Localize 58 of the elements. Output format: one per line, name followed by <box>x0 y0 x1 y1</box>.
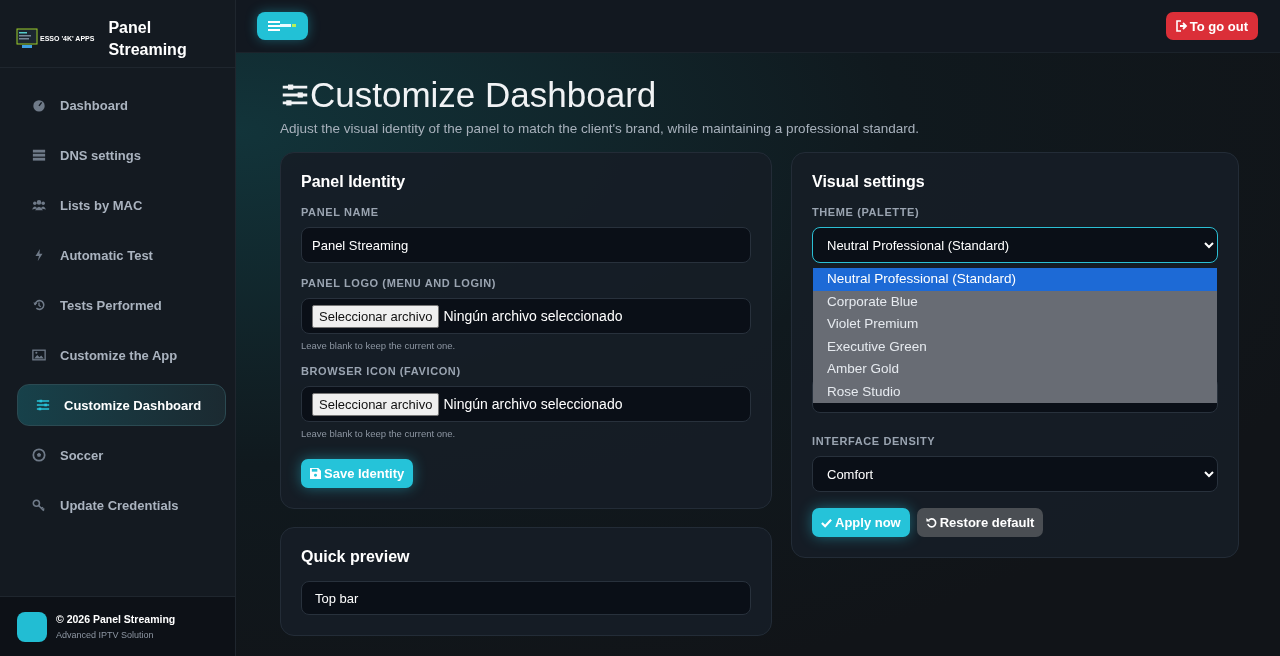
field-label: INTERFACE DENSITY <box>812 435 937 447</box>
dropdown-option[interactable]: Executive Green <box>813 335 1217 358</box>
app-logo-icon <box>17 611 47 642</box>
sidebar-item[interactable]: DNS settings <box>17 134 226 176</box>
restore-button[interactable]: Restore default <box>916 508 1044 537</box>
hint-text: Leave blank to keep the current one. <box>301 340 457 351</box>
field-label: THEME (PALETTE) <box>812 206 921 218</box>
logo-icon <box>279 23 298 29</box>
monitor-logo-icon <box>16 26 38 51</box>
select-field[interactable]: Neutral Professional (Standard) <box>812 227 1218 263</box>
undo-icon <box>925 517 937 528</box>
ball-icon <box>32 448 46 462</box>
input-field[interactable]: Panel Streaming <box>301 227 751 263</box>
choose-file-button[interactable]: Seleccionar archivo <box>312 304 440 328</box>
image-icon <box>32 348 46 362</box>
footer-subtitle: Advanced IPTV Solution <box>56 630 155 640</box>
card-title: Visual settings <box>812 173 926 191</box>
page-title: Customize Dashboard <box>310 75 657 115</box>
field-label: BROWSER ICON (FAVICON) <box>301 365 462 377</box>
sidebar-item[interactable]: Lists by MAC <box>17 184 226 226</box>
file-status-text: Ningún archivo seleccionado <box>443 396 623 412</box>
sidebar-item[interactable]: Update Credentials <box>17 484 226 526</box>
sidebar-item[interactable]: Tests Performed <box>17 284 226 326</box>
field-label: PANEL NAME <box>301 206 380 218</box>
dropdown-option[interactable]: Rose Studio <box>813 380 1217 403</box>
menu-button[interactable] <box>257 12 308 40</box>
users-icon <box>32 198 46 212</box>
top-bar-preview: Top bar <box>301 581 751 615</box>
dropdown-option[interactable]: Neutral Professional (Standard) <box>813 268 1217 291</box>
check-icon <box>821 517 832 528</box>
history-icon <box>32 298 46 312</box>
card-title: Quick preview <box>301 548 411 566</box>
dropdown-option[interactable]: Violet Premium <box>813 313 1217 336</box>
panel-title: Panel Streaming <box>108 17 188 60</box>
file-input[interactable]: Seleccionar archivo Ningún archivo seleccionado <box>301 386 751 422</box>
hint-text: Leave blank to keep the current one. <box>301 428 457 439</box>
gauge-icon <box>32 98 46 112</box>
sidebar-item[interactable]: Customize the App <box>17 334 226 376</box>
server-icon <box>32 148 46 162</box>
sidebar-item[interactable]: Customize Dashboard <box>17 384 226 426</box>
dropdown-option[interactable]: Corporate Blue <box>813 290 1217 313</box>
choose-file-button[interactable]: Seleccionar archivo <box>312 392 440 416</box>
page-subtitle: Adjust the visual identity of the panel to match the client's brand, while maintaining a professional standard. <box>280 121 920 136</box>
sidebar-item[interactable]: Dashboard <box>17 84 226 126</box>
sidebar-item[interactable]: Soccer <box>17 434 226 476</box>
card-title: Panel Identity <box>301 173 407 191</box>
sliders-icon <box>36 398 50 412</box>
file-status-text: Ningún archivo seleccionado <box>443 308 623 324</box>
sign-out-icon <box>1175 20 1188 32</box>
select-field[interactable]: Comfort <box>812 456 1218 492</box>
copyright-text: © 2026 Panel Streaming <box>56 613 176 625</box>
key-icon <box>32 498 46 512</box>
logout-button[interactable]: To go out <box>1165 12 1258 40</box>
field-label: PANEL LOGO (MENU AND LOGIN) <box>301 277 498 289</box>
menu-icon <box>267 21 280 31</box>
sidebar-item[interactable]: Automatic Test <box>17 234 226 276</box>
dropdown-option[interactable]: Amber Gold <box>813 358 1217 381</box>
file-input[interactable]: Seleccionar archivo Ningún archivo seleccionado <box>301 298 751 334</box>
